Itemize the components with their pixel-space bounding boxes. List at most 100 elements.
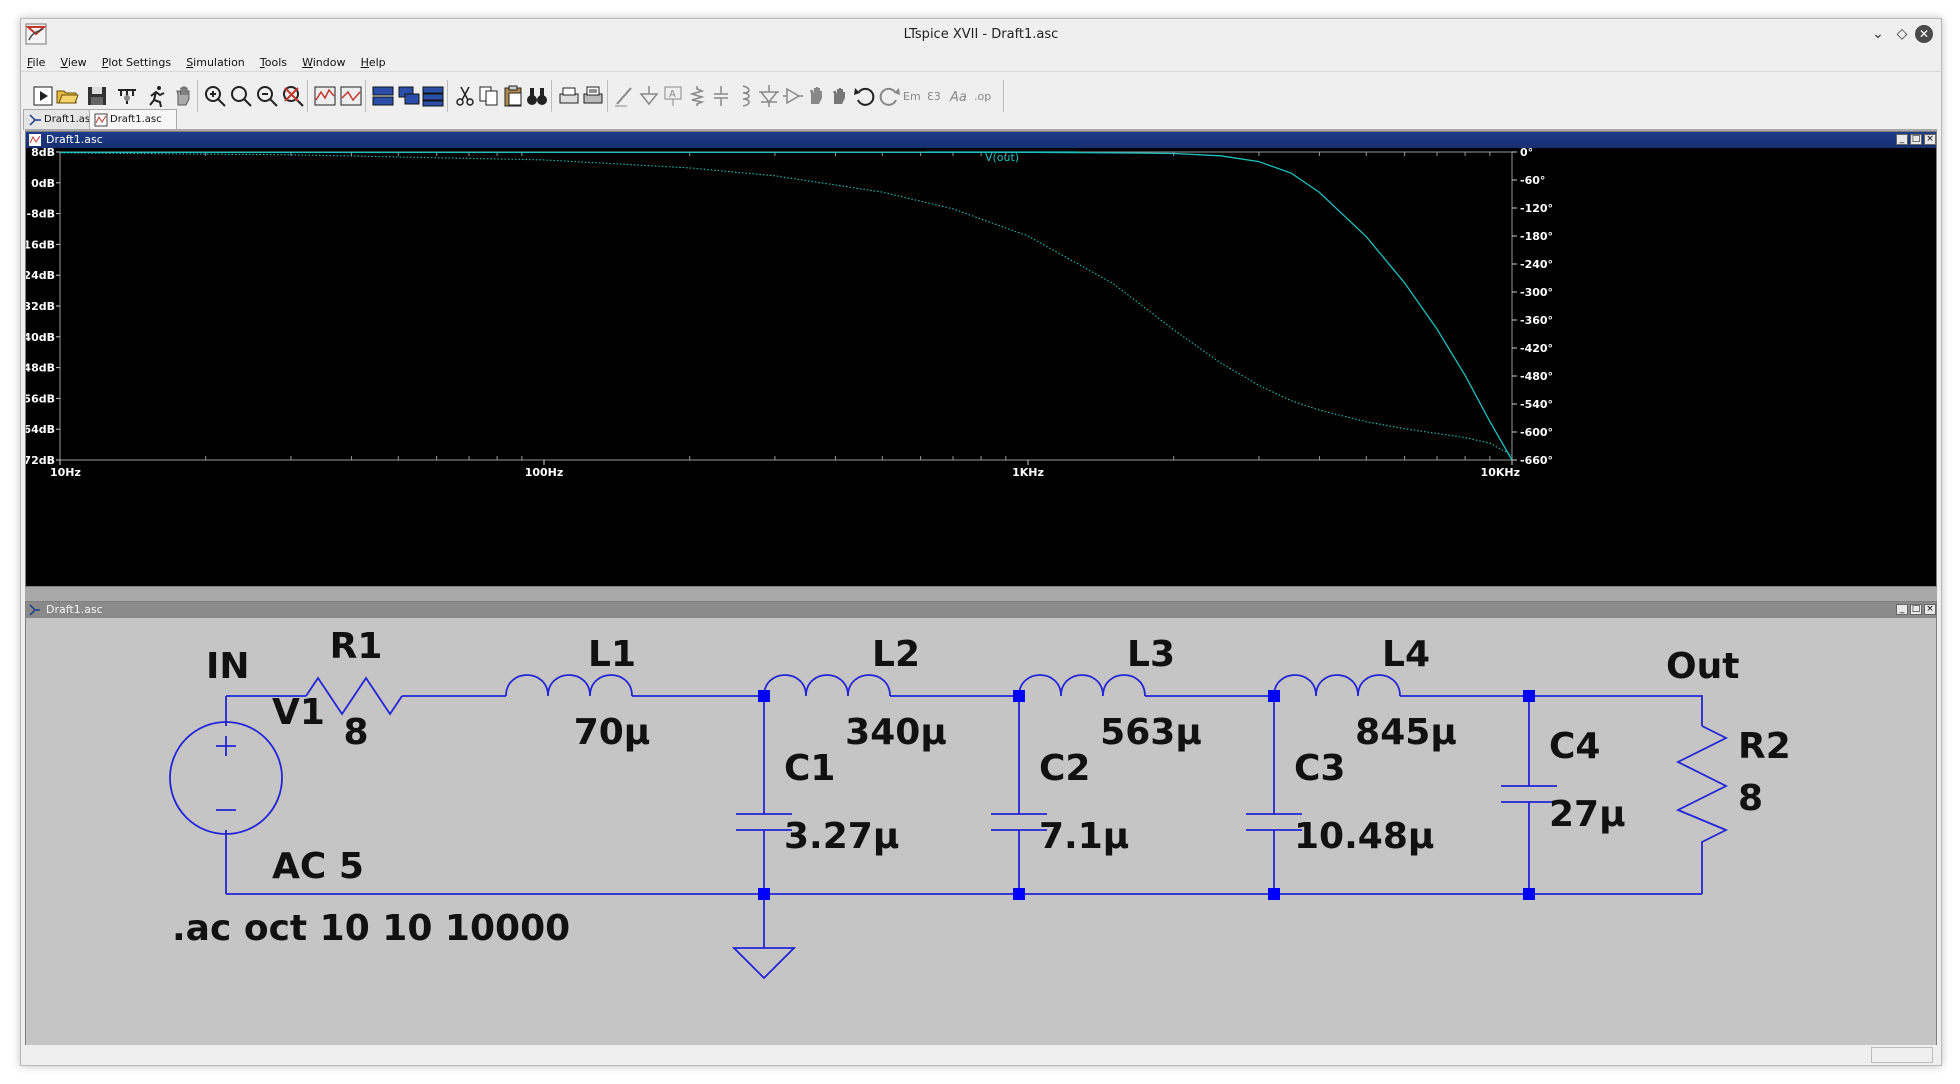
y-right-tick-label: -360° [1520, 314, 1553, 327]
waveform-minimize-button[interactable]: _ [1896, 134, 1908, 145]
waveform-icon [29, 134, 41, 146]
autorange-icon[interactable] [313, 84, 337, 108]
waveform-window[interactable]: Draft1.asc _ □ × 10Hz 100Hz 1KHz 10KHz 8dB 0d… [25, 131, 1937, 587]
y-right-tick-label: -660° [1520, 454, 1553, 467]
zoom-in-icon[interactable] [203, 84, 227, 108]
x-tick-label: 100Hz [525, 466, 564, 479]
halt-icon[interactable] [171, 84, 195, 108]
waveform-close-button[interactable]: × [1924, 134, 1936, 145]
svg-text:A: A [669, 89, 676, 100]
junction-dot [1523, 888, 1535, 900]
schematic-restore-button[interactable]: □ [1910, 604, 1922, 615]
capacitor-c2-name: C2 [1039, 748, 1090, 789]
schematic-icon [29, 114, 41, 126]
junction-dot [1268, 888, 1280, 900]
schematic-close-button[interactable]: × [1924, 604, 1936, 615]
close-icon[interactable]: ✕ [1915, 25, 1933, 43]
component-icon[interactable] [781, 84, 805, 108]
resistor-r2-value: 8 [1738, 778, 1763, 819]
zoom-fit-icon[interactable] [281, 84, 305, 108]
ground-icon[interactable] [637, 84, 661, 108]
phase-trace[interactable] [59, 152, 1513, 456]
rotate-icon[interactable]: Em [901, 84, 925, 108]
y-left-tick-label: -40dB [26, 331, 55, 344]
y-right-tick-label: -540° [1520, 398, 1553, 411]
add-trace-icon[interactable] [339, 84, 363, 108]
inductor-icon[interactable] [733, 84, 757, 108]
junction-dot [1013, 690, 1025, 702]
new-schematic-icon[interactable] [31, 84, 55, 108]
open-folder-icon[interactable] [55, 84, 79, 108]
magnitude-trace[interactable] [60, 151, 1513, 461]
schematic-window-titlebar: Draft1.asc _ □ × [26, 602, 1936, 618]
schematic-minimize-button[interactable]: _ [1896, 604, 1908, 615]
waveform-restore-button[interactable]: □ [1910, 134, 1922, 145]
label-net-icon[interactable]: A [661, 84, 685, 108]
resistor-icon[interactable] [685, 84, 709, 108]
capacitor-c3-name: C3 [1294, 748, 1345, 789]
y-left-tick-label: -8dB [27, 208, 55, 221]
zoom-out-icon[interactable] [255, 84, 279, 108]
bode-plot[interactable]: 10Hz 100Hz 1KHz 10KHz 8dB 0dB -8dB -16dB -24dB -3… [26, 148, 1936, 586]
undo-icon[interactable] [853, 84, 877, 108]
inductor-l1-name: L1 [588, 634, 636, 675]
y-left-tick-label: -32dB [26, 300, 55, 313]
spice-directive-icon[interactable]: .op [973, 84, 997, 108]
pan-icon[interactable] [229, 84, 253, 108]
inductor-l4-name: L4 [1382, 634, 1430, 675]
menu-tools[interactable]: Tools [256, 53, 291, 73]
inductor-l2-symbol [763, 674, 891, 697]
capacitor-c1-symbol [736, 696, 792, 894]
capacitor-icon[interactable] [709, 84, 733, 108]
control-panel-icon[interactable] [115, 84, 139, 108]
capacitor-c4-name: C4 [1549, 726, 1600, 767]
menu-view[interactable]: View [57, 53, 91, 73]
tab-waveform[interactable]: Draft1.asc [89, 109, 177, 130]
status-bar [21, 1045, 1941, 1065]
tile-vertical-icon[interactable] [421, 84, 445, 108]
schematic-canvas[interactable]: IN Out V1 AC 5 R1 8 R2 8 L1 70μ L2 340μ … [26, 618, 1936, 1054]
save-icon[interactable] [85, 84, 109, 108]
junction-dot [1268, 690, 1280, 702]
tile-horizontal-icon[interactable] [371, 84, 395, 108]
schematic-icon [29, 604, 40, 616]
status-field [1871, 1047, 1933, 1063]
capacitor-c2-symbol [991, 696, 1047, 894]
mirror-icon[interactable]: Ɛ3 [925, 84, 949, 108]
print-setup-icon[interactable] [557, 84, 581, 108]
copy-icon[interactable] [477, 84, 501, 108]
cascade-icon[interactable] [397, 84, 421, 108]
draw-wire-icon[interactable] [613, 84, 637, 108]
junction-dot [1013, 888, 1025, 900]
capacitor-c1-value: 3.27μ [784, 816, 899, 857]
y-left-tick-label: 0dB [31, 177, 55, 190]
x-tick-label: 10Hz [50, 466, 81, 479]
minimize-icon[interactable]: ⌄ [1869, 25, 1887, 43]
text-icon[interactable]: Aa [949, 84, 973, 108]
inductor-l4-value: 845μ [1355, 712, 1457, 753]
resistor-r2-symbol [1675, 725, 1729, 894]
y-left-tick-label: -56dB [26, 392, 55, 405]
spice-directive-text[interactable]: .ac oct 10 10 10000 [172, 908, 570, 949]
find-icon[interactable] [525, 84, 549, 108]
run-icon[interactable] [145, 84, 169, 108]
menu-help[interactable]: Help [357, 53, 390, 73]
schematic-window[interactable]: Draft1.asc _ □ × IN Out V1 AC 5 R1 8 R2 … [25, 601, 1937, 1055]
cut-icon[interactable] [453, 84, 477, 108]
menu-bar: File View Plot Settings Simulation Tools… [21, 51, 1941, 71]
move-icon[interactable] [805, 84, 829, 108]
net-label-in: IN [206, 646, 250, 687]
junction-dot [758, 888, 770, 900]
menu-simulation[interactable]: Simulation [182, 53, 249, 73]
paste-icon[interactable] [501, 84, 525, 108]
maximize-icon[interactable]: ◇ [1893, 25, 1911, 43]
drag-icon[interactable] [829, 84, 853, 108]
redo-icon[interactable] [877, 84, 901, 108]
menu-plot-settings[interactable]: Plot Settings [98, 53, 175, 73]
diode-icon[interactable] [757, 84, 781, 108]
y-left-tick-label: -24dB [26, 269, 55, 282]
menu-window[interactable]: Window [298, 53, 349, 73]
resistor-r1-name: R1 [330, 626, 383, 667]
print-icon[interactable] [581, 84, 605, 108]
menu-file[interactable]: File [23, 53, 49, 73]
